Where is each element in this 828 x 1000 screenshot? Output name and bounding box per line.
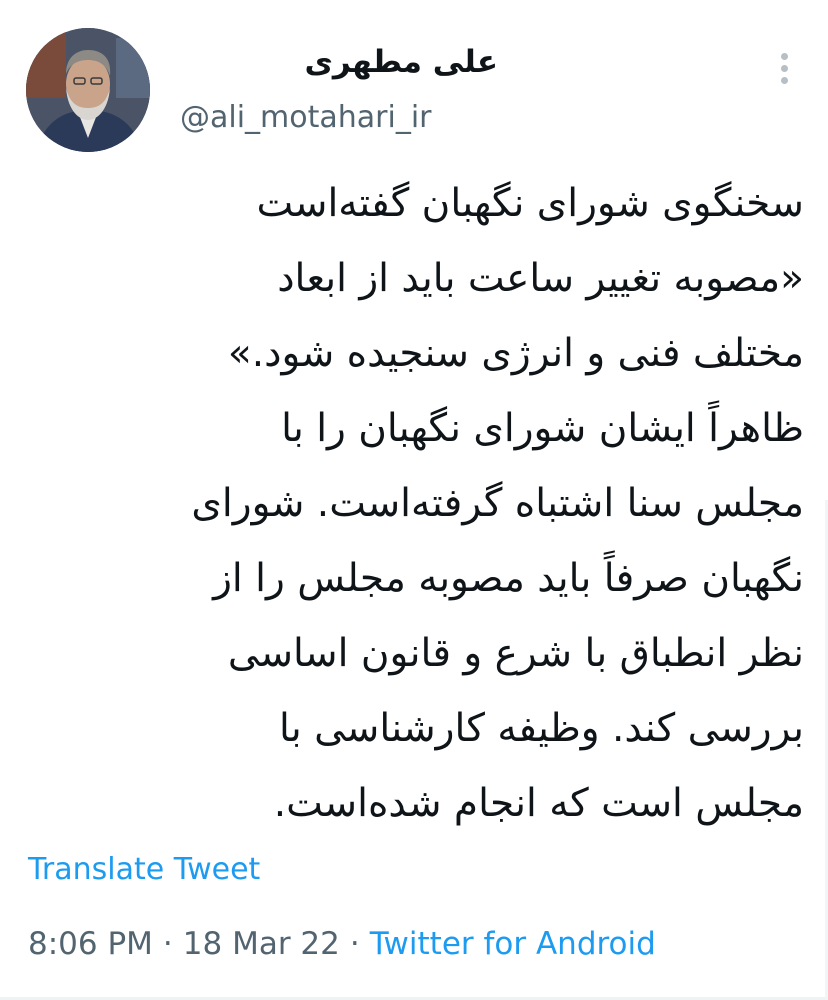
tweet-text-line: «مصوبه تغییر ساعت باید از ابعاد	[277, 256, 804, 301]
tweet-meta: 8:06 PM · 18 Mar 22 · Twitter for Android	[28, 926, 656, 962]
tweet-source-link[interactable]: Twitter for Android	[370, 926, 656, 962]
tweet-date[interactable]: 18 Mar 22	[183, 926, 340, 962]
avatar-photo	[26, 28, 150, 152]
tweet-text-line: مجلس سنا اشتباه گرفته‌است. شورای	[191, 481, 804, 526]
tweet-time[interactable]: 8:06 PM	[28, 926, 153, 962]
tweet-text-line: بررسی کند. وظیفه کارشناسی با	[279, 706, 804, 751]
meta-separator: ·	[162, 926, 173, 962]
avatar[interactable]	[26, 28, 150, 152]
author-display-name[interactable]: علی مطهری	[304, 44, 498, 80]
tweet-text-line: نگهبان صرفاً باید مصوبه مجلس را از	[213, 556, 804, 601]
author-info: علی مطهری @ali_motahari_ir	[180, 38, 610, 148]
tweet-text-line: ظاهراً ایشان شورای نگهبان را با	[281, 406, 804, 451]
translate-tweet-link[interactable]: Translate Tweet	[28, 852, 260, 887]
tweet-text-line: نظر انطباق با شرع و قانون اساسی	[227, 631, 804, 676]
tweet-text: سخنگوی شورای نگهبان گفته‌است «مصوبه تغیی…	[26, 166, 804, 841]
tweet-text-line: مجلس است که انجام شده‌است.	[273, 781, 804, 826]
more-vertical-icon	[780, 52, 788, 60]
more-options-button[interactable]	[762, 46, 806, 90]
tweet-text-line: سخنگوی شورای نگهبان گفته‌است	[256, 181, 805, 226]
meta-separator: ·	[349, 926, 360, 962]
tweet-text-line: مختلف فنی و انرژی سنجیده شود.»	[227, 331, 804, 376]
tweet-card: علی مطهری @ali_motahari_ir سخنگوی شورای …	[0, 0, 828, 1000]
tweet-header: علی مطهری @ali_motahari_ir	[26, 28, 806, 154]
author-handle[interactable]: @ali_motahari_ir	[180, 100, 432, 135]
